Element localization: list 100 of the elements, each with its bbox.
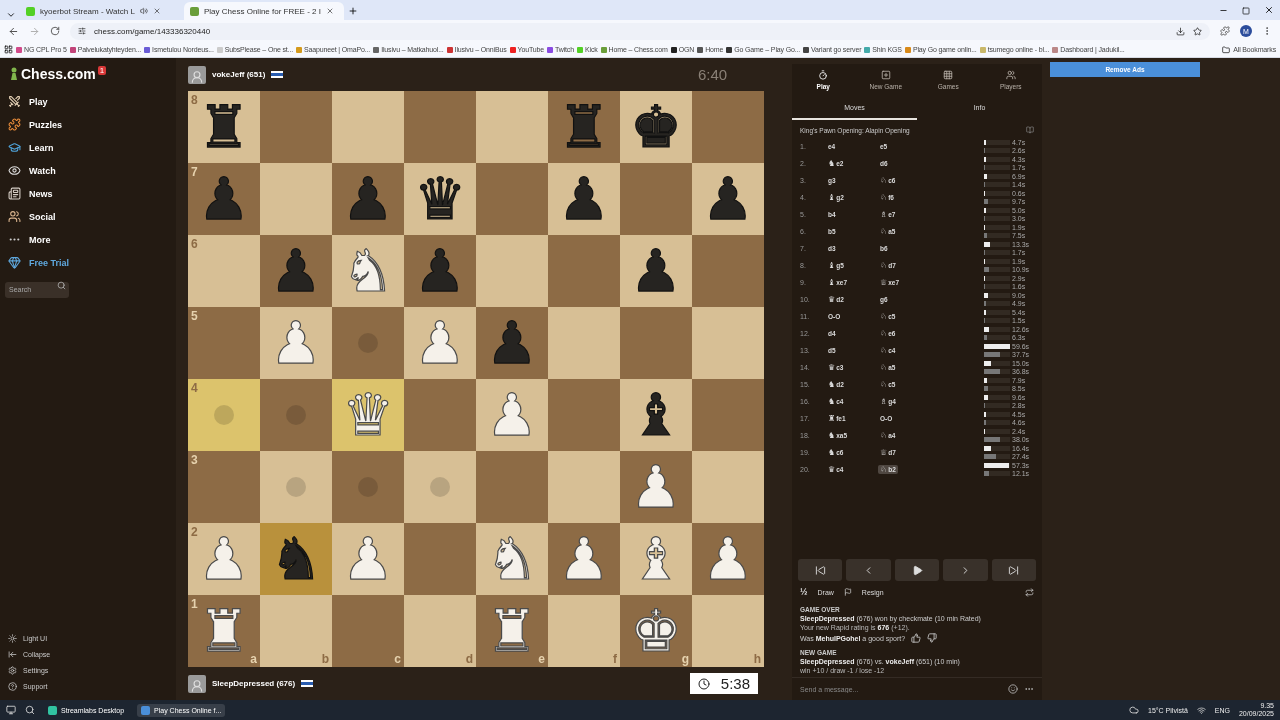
board-square[interactable]: ♚	[620, 91, 692, 163]
board-square[interactable]	[692, 307, 764, 379]
apps-icon[interactable]	[4, 45, 13, 54]
chess-piece[interactable]: ♟	[702, 170, 754, 228]
chess-piece[interactable]: ♚	[630, 602, 682, 660]
board-square[interactable]: ♟	[620, 235, 692, 307]
board-square[interactable]	[404, 523, 476, 595]
chess-piece[interactable]: ♚	[630, 98, 682, 156]
chess-piece[interactable]: ♜	[198, 602, 250, 660]
play-button[interactable]	[894, 559, 940, 581]
forward-icon[interactable]	[29, 25, 40, 37]
board-square[interactable]: ♟	[692, 163, 764, 235]
nav-item[interactable]: Learn	[5, 136, 171, 159]
board-square[interactable]	[620, 163, 692, 235]
tab-icon	[1005, 70, 1016, 80]
tab-list-icon[interactable]	[6, 10, 16, 20]
board-square[interactable]: ♞	[260, 523, 332, 595]
folder-icon	[1222, 45, 1231, 54]
reload-icon[interactable]	[50, 26, 60, 36]
board-square[interactable]	[260, 163, 332, 235]
board-square[interactable]	[476, 163, 548, 235]
nav-icon	[8, 118, 21, 131]
nav-item[interactable]: Play	[5, 90, 171, 113]
flip-board-icon[interactable]	[1025, 587, 1034, 597]
board-square[interactable]	[548, 235, 620, 307]
board-square[interactable]	[692, 379, 764, 451]
chess-piece[interactable]: ♟	[558, 530, 610, 588]
chess-piece[interactable]: ♜	[486, 602, 538, 660]
wifi-icon[interactable]	[1196, 705, 1206, 715]
board-square[interactable]	[548, 451, 620, 523]
new-tab-icon[interactable]	[348, 6, 358, 16]
close-icon[interactable]	[1264, 5, 1274, 15]
board-square[interactable]	[476, 451, 548, 523]
thumbs-up-icon[interactable]	[911, 633, 922, 643]
cloud-icon	[1129, 705, 1139, 715]
board-square[interactable]: ♛	[404, 163, 476, 235]
board-square[interactable]	[404, 379, 476, 451]
board-square[interactable]	[548, 307, 620, 379]
browser-tab[interactable]: kyoerbot Stream - Watch L	[20, 2, 180, 20]
board-square[interactable]	[620, 307, 692, 379]
footer-icon	[8, 633, 17, 643]
file-label: f	[613, 652, 617, 666]
browser-tab[interactable]: Play Chess Online for FREE - 2 I	[184, 2, 344, 20]
nav-item[interactable]: Watch	[5, 159, 171, 182]
board-square[interactable]	[692, 451, 764, 523]
nav-item[interactable]: Puzzles	[5, 113, 171, 136]
search-icon[interactable]	[25, 705, 35, 715]
chess-piece[interactable]: ♟	[558, 170, 610, 228]
chess-piece[interactable]: ♜	[198, 98, 250, 156]
board-square[interactable]: ♟	[620, 451, 692, 523]
extensions-icon[interactable]	[1220, 26, 1230, 36]
chess-piece[interactable]: ♝	[630, 386, 682, 444]
emoji-icon[interactable]	[1008, 684, 1018, 694]
board-square[interactable]	[692, 91, 764, 163]
chess-piece[interactable]: ♞	[270, 530, 322, 588]
chess-piece[interactable]: ♛	[414, 170, 466, 228]
rank-label: 5	[191, 309, 198, 323]
board-square[interactable]	[548, 379, 620, 451]
nav-icon	[8, 256, 21, 269]
player-name: SleepDepressed (676)	[212, 679, 296, 688]
start-icon[interactable]	[6, 705, 16, 715]
file-label: g	[681, 652, 689, 666]
board-square[interactable]	[476, 235, 548, 307]
rank-label: 1	[191, 597, 198, 611]
nav-icon	[8, 95, 21, 108]
nav-icon	[8, 187, 21, 200]
board-square[interactable]	[332, 91, 404, 163]
first-move-button[interactable]	[798, 559, 843, 581]
play-icon	[911, 564, 923, 576]
board-square[interactable]	[260, 379, 332, 451]
board-square[interactable]	[692, 235, 764, 307]
board-square[interactable]	[332, 307, 404, 379]
rank-label: 3	[191, 453, 198, 467]
chess-piece[interactable]: ♟	[630, 458, 682, 516]
last-move-button[interactable]	[991, 559, 1037, 581]
tab-icon	[818, 70, 829, 80]
board-square[interactable]	[332, 451, 404, 523]
board-square[interactable]: ♟	[548, 163, 620, 235]
board-square[interactable]: ♟	[548, 523, 620, 595]
board-square[interactable]	[260, 91, 332, 163]
chess-piece[interactable]: ♟	[702, 530, 754, 588]
restore-icon[interactable]	[1242, 7, 1250, 15]
board-square[interactable]	[476, 91, 548, 163]
board-square[interactable]: ♟	[692, 523, 764, 595]
board-square[interactable]	[404, 91, 476, 163]
board-square[interactable]	[404, 451, 476, 523]
address-bar[interactable]: chess.com/game/143336320440	[70, 22, 1210, 40]
board-square[interactable]: ♝	[620, 379, 692, 451]
nav-item[interactable]: News	[5, 182, 171, 205]
board-square[interactable]	[260, 451, 332, 523]
nav-item[interactable]: Free Trial	[5, 251, 171, 274]
clock: 5:38	[690, 673, 758, 694]
back-icon[interactable]	[8, 25, 19, 37]
rank-label: 7	[191, 165, 198, 179]
chess-piece[interactable]: ♟	[630, 242, 682, 300]
nav-item[interactable]: Social	[5, 205, 171, 228]
book-icon[interactable]	[1026, 126, 1034, 134]
nav-item[interactable]: More	[5, 228, 171, 251]
thumbs-down-icon[interactable]	[927, 633, 938, 643]
flag-icon	[271, 71, 284, 78]
